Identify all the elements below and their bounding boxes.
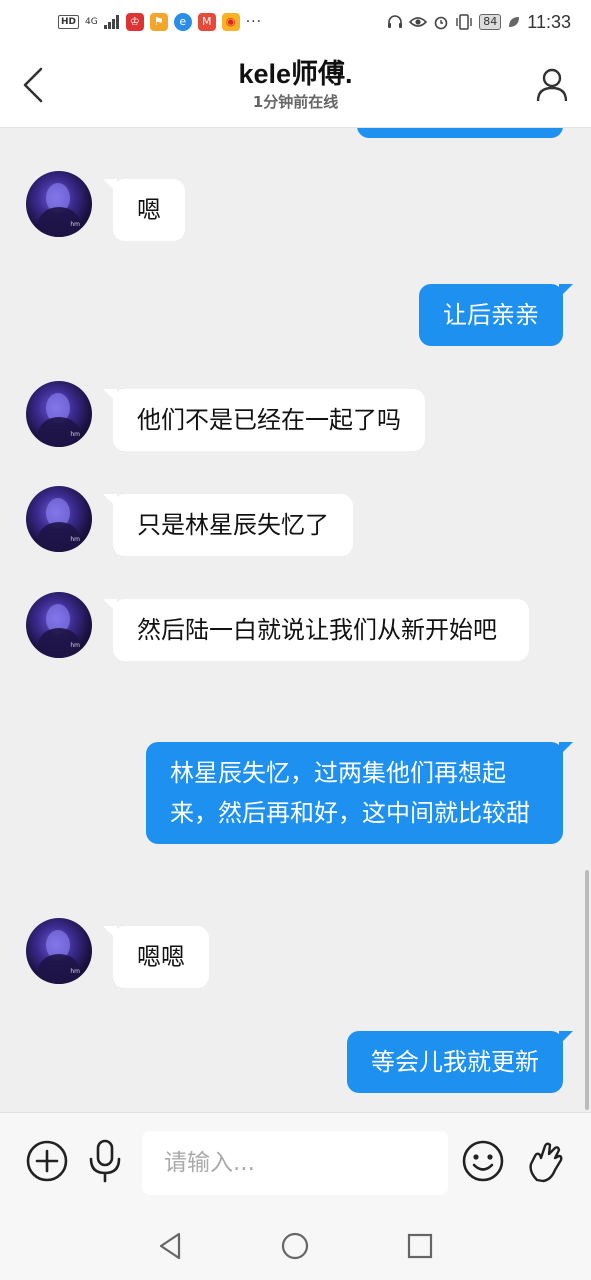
smiley-icon	[462, 1140, 504, 1182]
alarm-icon	[434, 16, 448, 30]
clock: 11:33	[527, 11, 571, 32]
triangle-back-icon	[159, 1232, 181, 1260]
back-button[interactable]	[10, 62, 56, 108]
profile-button[interactable]	[529, 62, 575, 108]
nav-home-button[interactable]	[275, 1226, 315, 1266]
scrollbar[interactable]	[585, 870, 589, 1110]
nav-recents-button[interactable]	[400, 1226, 440, 1266]
contact-avatar[interactable]: hm	[26, 171, 92, 237]
status-right: 84 11:33	[387, 12, 571, 33]
eye-icon	[409, 17, 428, 27]
contact-avatar[interactable]: hm	[26, 381, 92, 447]
browser-icon: e	[173, 13, 192, 31]
voice-button[interactable]	[80, 1136, 130, 1186]
square-recents-icon	[407, 1233, 433, 1259]
circle-home-icon	[281, 1232, 309, 1260]
contact-avatar[interactable]: hm	[26, 918, 92, 984]
message-bubble-received[interactable]: 他们不是已经在一起了吗	[103, 389, 425, 451]
hand-gesture-icon	[529, 1142, 563, 1183]
signal-label: 4G	[85, 17, 98, 27]
input-bar	[0, 1112, 591, 1210]
message-bubble-sent[interactable]: 林星辰失忆，过两集他们再想起来，然后再和好，这中间就比较甜	[146, 742, 573, 844]
chevron-left-icon	[23, 67, 43, 103]
signal-icon	[103, 15, 119, 29]
online-status: 1分钟前在线	[252, 93, 339, 111]
contact-name: kele师傅.	[238, 59, 353, 89]
app-icon-3: M	[197, 13, 216, 31]
weibo-icon: ◉	[221, 13, 240, 31]
plus-circle-icon	[26, 1140, 68, 1182]
message-bubble-received[interactable]: 嗯	[103, 179, 185, 241]
vibrate-icon	[456, 14, 472, 30]
battery-indicator: 84	[479, 14, 502, 30]
message-bubble-sent[interactable]: 让后亲亲	[419, 284, 573, 346]
message-bubble-sent[interactable]: 等会儿我就更新	[347, 1031, 573, 1093]
message-bubble-received[interactable]: 然后陆一白就说让我们从新开始吧	[103, 599, 529, 661]
chat-header: kele师傅. 1分钟前在线	[0, 44, 591, 128]
microphone-icon	[89, 1139, 121, 1183]
chat-area[interactable]: hm 嗯 让后亲亲 hm 他们不是已经在一起了吗 hm 只是林星辰失忆了 hm …	[0, 128, 591, 1112]
contact-info: kele师傅. 1分钟前在线	[120, 56, 471, 112]
app-icon-2: ⚑	[149, 13, 168, 31]
app-icon-1: ♔	[125, 13, 144, 31]
message-bubble-received[interactable]: 只是林星辰失忆了	[103, 494, 353, 556]
message-input[interactable]	[142, 1131, 448, 1195]
message-bubble-received[interactable]: 嗯嗯	[103, 926, 209, 988]
poke-button[interactable]	[520, 1136, 570, 1186]
leaf-icon	[509, 17, 520, 27]
person-icon	[536, 68, 568, 102]
headset-icon	[388, 15, 403, 28]
emoji-button[interactable]	[458, 1136, 508, 1186]
add-button[interactable]	[22, 1136, 72, 1186]
contact-avatar[interactable]: hm	[26, 592, 92, 658]
previous-message-bubble	[357, 128, 563, 138]
navigation-bar	[0, 1210, 591, 1280]
contact-avatar[interactable]: hm	[26, 486, 92, 552]
status-bar: HD 4G ♔ ⚑ e M ◉ ··· 84 11:33	[0, 0, 591, 44]
status-left: HD 4G ♔ ⚑ e M ◉ ···	[58, 13, 262, 31]
nav-back-button[interactable]	[150, 1226, 190, 1266]
more-notifications-icon: ···	[245, 14, 263, 30]
hd-badge: HD	[58, 15, 80, 29]
